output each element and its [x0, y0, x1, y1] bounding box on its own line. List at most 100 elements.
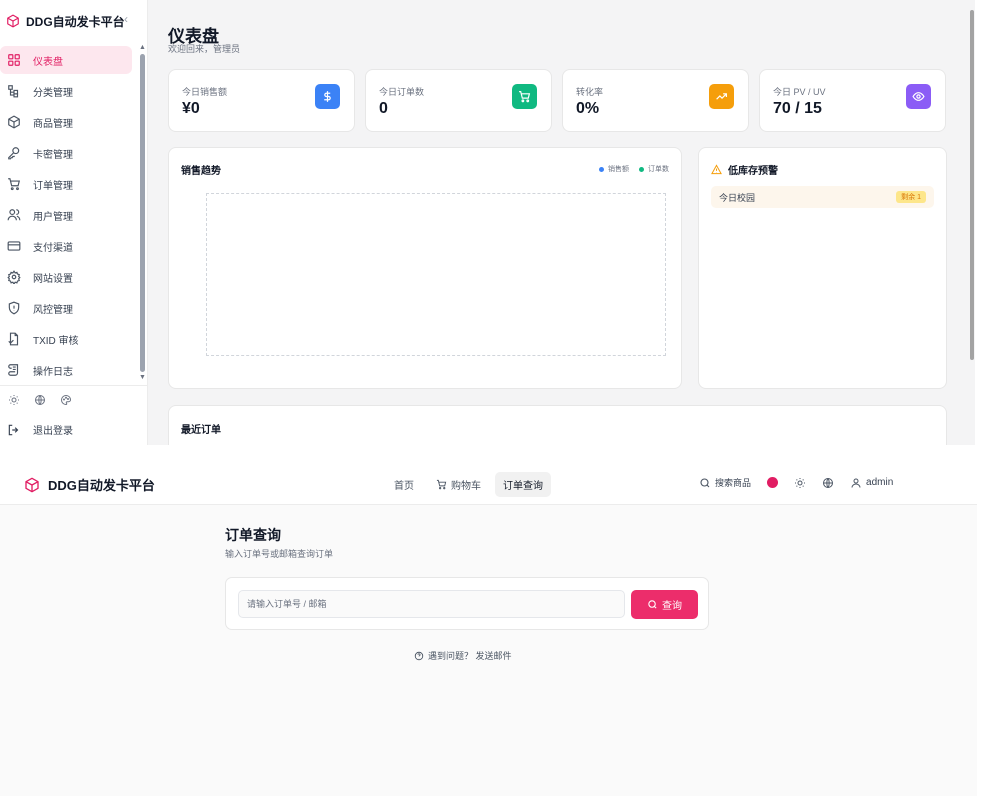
sidebar-item-label: 网站设置 [33, 273, 73, 285]
stat-label: 今日订单数 [379, 87, 425, 97]
sidebar-brand[interactable]: DDG自动发卡平台 [6, 12, 125, 30]
panel-title-text: 低库存预警 [728, 166, 778, 177]
scroll-down-icon[interactable]: ▼ [139, 374, 146, 381]
theme-color-dot-icon[interactable] [767, 477, 779, 488]
page-subtitle: 欢迎回来，管理员 [168, 44, 241, 54]
help-text: 遇到问题？ 发送邮件 [428, 651, 512, 661]
sidebar-item-users[interactable]: 用户管理 [0, 201, 132, 229]
scrollbar-thumb[interactable] [140, 54, 145, 372]
scroll-icon [7, 363, 21, 377]
legend-item[interactable]: 订单数 [639, 164, 669, 174]
help-circle-icon [414, 651, 424, 661]
sidebar-item-site-settings[interactable]: 网站设置 [0, 263, 132, 291]
user-icon [850, 477, 862, 489]
order-query-form: 查询 [225, 577, 709, 630]
sidebar-item-card-keys[interactable]: 卡密管理 [0, 139, 132, 167]
stat-value: 0% [576, 100, 600, 117]
storefront-header: DDG自动发卡平台 首页 购物车 订单查询 搜索商品 admin [0, 463, 977, 505]
logout-label: 退出登录 [33, 426, 73, 437]
nav-home[interactable]: 首页 [386, 472, 422, 497]
storefront-brand[interactable]: DDG自动发卡平台 [24, 475, 155, 494]
sun-icon[interactable] [8, 394, 20, 406]
eye-icon [906, 84, 931, 109]
category-icon [7, 84, 21, 98]
sidebar: DDG自动发卡平台 ‹ 仪表盘 分类管理 商品管理 卡密管理 订单管理 用户管理… [0, 0, 148, 445]
search-icon [647, 599, 658, 610]
cart-icon [7, 177, 21, 191]
users-icon [7, 208, 21, 222]
sidebar-item-risk-control[interactable]: 风控管理 [0, 294, 132, 322]
sun-icon[interactable] [794, 477, 806, 489]
collapse-sidebar-icon[interactable]: ‹ [124, 12, 128, 26]
sidebar-item-operation-logs[interactable]: 操作日志 [0, 356, 132, 384]
cube-logo-icon [24, 477, 40, 493]
stat-value: 70 / 15 [773, 100, 822, 117]
page-subtitle: 输入订单号或邮箱查询订单 [225, 549, 334, 559]
scroll-up-icon[interactable]: ▲ [139, 44, 146, 51]
sidebar-item-label: 仪表盘 [33, 56, 63, 68]
dollar-icon [315, 84, 340, 109]
search-products-button[interactable]: 搜索商品 [699, 476, 751, 489]
search-icon [699, 477, 711, 489]
page-title: 订单查询 [225, 527, 281, 543]
product-name: 今日校园 [719, 192, 756, 203]
sidebar-item-txid-review[interactable]: TXID 审核 [0, 325, 132, 353]
admin-dashboard: DDG自动发卡平台 ‹ 仪表盘 分类管理 商品管理 卡密管理 订单管理 用户管理… [0, 0, 975, 445]
nav-cart[interactable]: 购物车 [428, 472, 489, 497]
stat-card-sales: 今日销售额 ¥0 [168, 69, 355, 132]
sidebar-brand-name: DDG自动发卡平台 [26, 14, 125, 29]
user-menu[interactable]: admin [850, 477, 893, 489]
nav-order-query[interactable]: 订单查询 [495, 472, 551, 497]
sidebar-item-label: TXID 审核 [33, 335, 79, 347]
stat-value: ¥0 [182, 100, 200, 117]
help-link[interactable]: 遇到问题？ 发送邮件 [414, 649, 512, 662]
page-scrollbar[interactable] [970, 10, 974, 360]
sidebar-item-label: 风控管理 [33, 304, 73, 316]
sidebar-item-label: 卡密管理 [33, 149, 73, 161]
logout-icon [7, 423, 21, 437]
sidebar-item-dashboard[interactable]: 仪表盘 [0, 46, 132, 74]
stat-value: 0 [379, 100, 388, 117]
panel-title: 低库存预警 [711, 162, 778, 177]
globe-icon[interactable] [34, 394, 46, 406]
low-stock-item[interactable]: 今日校园 剩余 1 [711, 186, 934, 208]
palette-icon[interactable] [60, 394, 72, 406]
sidebar-item-products[interactable]: 商品管理 [0, 108, 132, 136]
stat-label: 今日 PV / UV [773, 87, 826, 97]
stat-label: 转化率 [576, 87, 604, 97]
panel-title: 最近订单 [181, 425, 221, 436]
shield-icon [7, 301, 21, 315]
sidebar-footer-icons [0, 386, 148, 406]
legend-label: 订单数 [648, 166, 669, 173]
stock-badge: 剩余 1 [896, 191, 926, 203]
legend-label: 销售额 [608, 166, 629, 173]
sidebar-item-label: 用户管理 [33, 211, 73, 223]
package-icon [7, 115, 21, 129]
sidebar-item-categories[interactable]: 分类管理 [0, 77, 132, 105]
stat-card-conversion: 转化率 0% [562, 69, 749, 132]
sidebar-item-orders[interactable]: 订单管理 [0, 170, 132, 198]
cart-icon [436, 479, 447, 490]
key-icon [7, 146, 21, 160]
storefront-nav: 首页 购物车 订单查询 [386, 472, 551, 497]
cube-logo-icon [6, 14, 20, 28]
sidebar-item-label: 商品管理 [33, 118, 73, 130]
warning-icon [711, 164, 722, 175]
recent-orders-panel: 最近订单 [168, 405, 947, 445]
trend-up-icon [709, 84, 734, 109]
globe-icon[interactable] [822, 477, 834, 489]
sidebar-item-label: 分类管理 [33, 87, 73, 99]
low-stock-panel: 低库存预警 今日校园 剩余 1 [698, 147, 947, 389]
panel-title: 销售趋势 [181, 166, 221, 177]
chart-canvas [206, 193, 666, 356]
sidebar-scrollbar[interactable]: ▲ ▼ [138, 44, 146, 382]
query-button[interactable]: 查询 [631, 590, 698, 619]
legend-item[interactable]: 销售额 [599, 164, 629, 174]
sidebar-footer: 退出登录 [0, 385, 148, 437]
sidebar-item-payment-channels[interactable]: 支付渠道 [0, 232, 132, 260]
sidebar-item-label: 订单管理 [33, 180, 73, 192]
nav-label: 购物车 [451, 481, 481, 492]
stat-card-orders: 今日订单数 0 [365, 69, 552, 132]
logout-button[interactable]: 退出登录 [0, 406, 148, 437]
order-query-input[interactable] [238, 590, 625, 618]
